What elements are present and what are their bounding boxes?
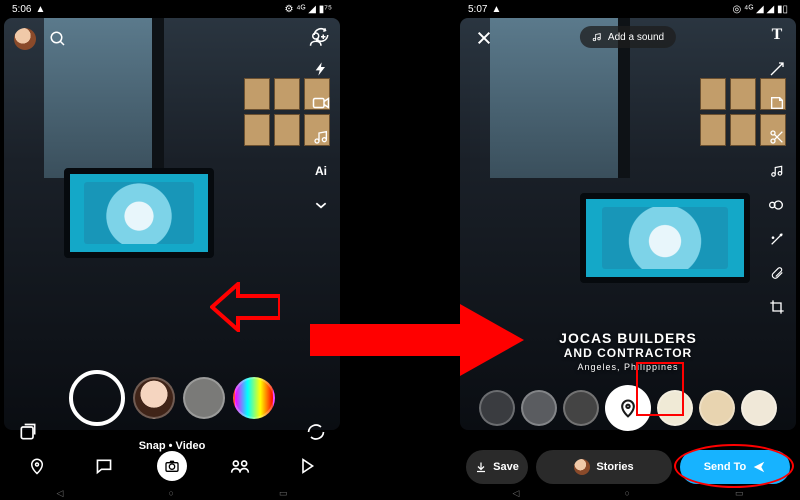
flash-icon[interactable] [310, 58, 332, 80]
status-time: 5:06 [12, 4, 31, 15]
status-note-icon: ▲ [35, 4, 45, 15]
recents-icon[interactable]: ▭ [279, 488, 288, 499]
nav-stories-icon[interactable] [227, 453, 253, 479]
stories-label: Stories [596, 461, 633, 473]
location-line2: AND CONTRACTOR [559, 346, 697, 360]
text-tool-icon[interactable]: T [766, 24, 788, 46]
back-icon[interactable]: ◁ [513, 488, 520, 499]
nav-spotlight-icon[interactable] [294, 453, 320, 479]
video-icon[interactable] [310, 92, 332, 114]
filter-option[interactable] [699, 390, 735, 426]
status-bar: 5:06 ▲ ⚙ ⁴ᴳ ◢ ▮⁷⁵ [4, 0, 340, 18]
android-nav: ◁ ○ ▭ [4, 486, 340, 500]
action-row: Save Stories Send To [466, 450, 790, 484]
music-icon[interactable] [310, 126, 332, 148]
save-button[interactable]: Save [466, 450, 528, 484]
status-time: 5:07 [468, 4, 487, 15]
bg-monitor [64, 168, 214, 258]
more-icon[interactable] [310, 194, 332, 216]
memories-icon[interactable] [16, 420, 40, 444]
add-sound-label: Add a sound [608, 32, 664, 43]
location-line3: Angeles, Philippines [559, 362, 697, 372]
status-note-icon: ▲ [491, 4, 501, 15]
location-filter-selected[interactable] [605, 385, 651, 431]
home-icon[interactable]: ○ [168, 488, 173, 498]
status-bar: 5:07 ▲ ◎ ⁴ᴳ ◢ ◢ ▮▯ [460, 0, 796, 18]
camera-screen: 5:06▲ ⚙ ⁴ᴳ ◢ ▮⁷⁵ Ai Snap • Video [4, 0, 340, 500]
scissors-tool-icon[interactable] [766, 126, 788, 148]
flip-camera-icon[interactable] [310, 24, 332, 46]
attach-tool-icon[interactable] [766, 262, 788, 284]
recents-icon[interactable]: ▭ [735, 488, 744, 499]
lens-option[interactable] [183, 377, 225, 419]
magic-tool-icon[interactable] [766, 228, 788, 250]
location-sticker[interactable]: JOCAS BUILDERS AND CONTRACTOR Angeles, P… [559, 330, 697, 372]
edit-screen: 5:07 ▲ ◎ ⁴ᴳ ◢ ◢ ▮▯ Add a sound T JOCAS BU… [460, 0, 796, 500]
lens-option[interactable] [233, 377, 275, 419]
loop-tool-icon[interactable] [766, 194, 788, 216]
music-tool-icon[interactable] [766, 160, 788, 182]
status-right: ◎ ⁴ᴳ ◢ ◢ ▮▯ [733, 4, 788, 15]
back-icon[interactable]: ◁ [57, 488, 64, 499]
add-sound-button[interactable]: Add a sound [580, 26, 676, 48]
filter-option[interactable] [741, 390, 777, 426]
sticker-tool-icon[interactable] [766, 92, 788, 114]
crop-tool-icon[interactable] [766, 296, 788, 318]
filter-carousel[interactable] [460, 378, 796, 438]
nav-map-icon[interactable] [24, 453, 50, 479]
save-label: Save [493, 461, 519, 473]
profile-avatar[interactable] [14, 28, 36, 50]
bg-monitor [580, 193, 750, 283]
close-icon[interactable] [472, 26, 496, 50]
home-icon[interactable]: ○ [624, 488, 629, 498]
bottom-nav [4, 446, 340, 486]
camera-tool-column: Ai [310, 24, 332, 216]
filter-option[interactable] [479, 390, 515, 426]
draw-tool-icon[interactable] [766, 58, 788, 80]
lens-explorer-icon[interactable] [304, 420, 328, 444]
location-line1: JOCAS BUILDERS [559, 330, 697, 346]
filter-option[interactable] [521, 390, 557, 426]
send-to-button[interactable]: Send To [680, 450, 790, 484]
ai-icon[interactable]: Ai [310, 160, 332, 182]
filter-option[interactable] [657, 390, 693, 426]
lens-carousel[interactable] [4, 368, 340, 428]
nav-chat-icon[interactable] [91, 453, 117, 479]
stories-button[interactable]: Stories [536, 450, 672, 484]
send-to-label: Send To [704, 461, 747, 473]
avatar-icon [574, 459, 590, 475]
edit-tool-column: T [766, 24, 788, 318]
capture-button[interactable] [69, 370, 125, 426]
search-icon[interactable] [46, 27, 70, 51]
lens-option[interactable] [133, 377, 175, 419]
camera-topbar [4, 24, 340, 54]
nav-camera-icon[interactable] [157, 451, 187, 481]
filter-option[interactable] [563, 390, 599, 426]
android-nav: ◁ ○ ▭ [460, 486, 796, 500]
status-right: ⚙ ⁴ᴳ ◢ ▮⁷⁵ [284, 4, 332, 15]
